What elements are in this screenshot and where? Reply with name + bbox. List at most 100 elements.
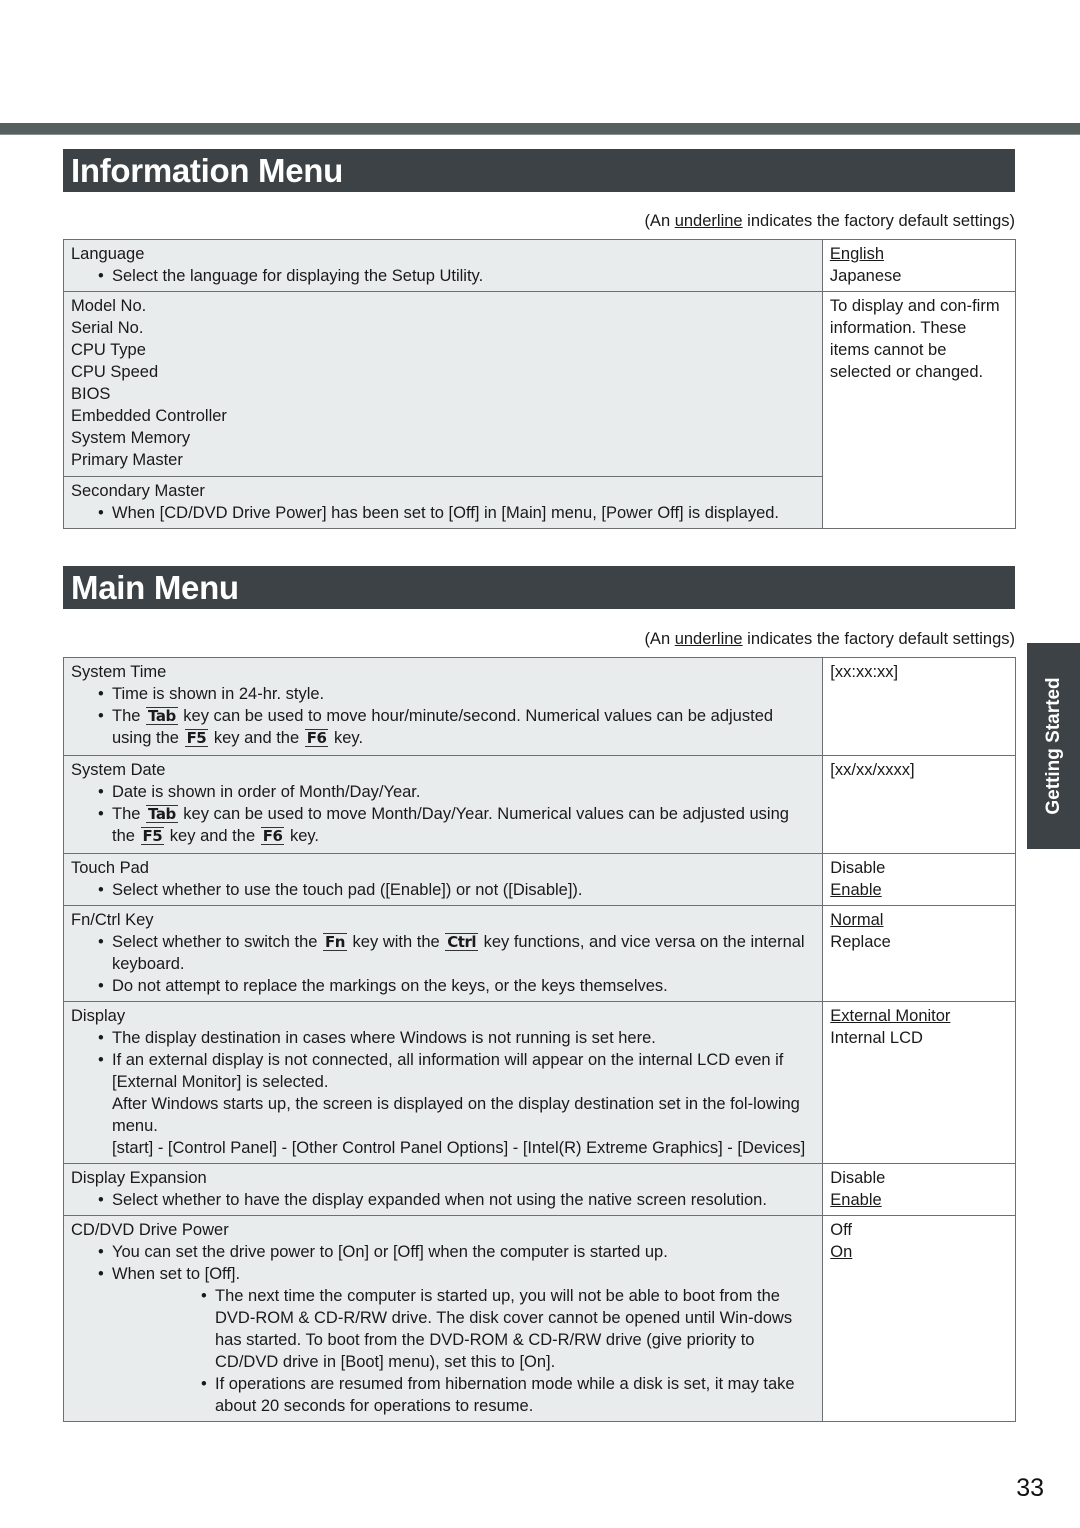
table-row-info-items: Model No. Serial No. CPU Type CPU Speed … (63, 291, 1017, 529)
text-fragment: key and the (209, 729, 304, 747)
secondary-master-description: Secondary Master When [CD/DVD Drive Powe… (63, 476, 823, 529)
system-date-field[interactable]: [xx/xx/xxxx] (830, 759, 1008, 781)
info-item: Primary Master (71, 451, 183, 469)
option-enable[interactable]: Enable (830, 1189, 1008, 1211)
option-normal[interactable]: Normal (830, 909, 1008, 931)
info-item: System Memory (71, 429, 191, 447)
information-menu-table: Language Select the language for display… (63, 239, 1017, 529)
fn-ctrl-description: Fn/Ctrl Key Select whether to switch the… (62, 905, 824, 1002)
info-note-text: To display and con-firm information. The… (829, 297, 1000, 381)
text-fragment: The (112, 805, 146, 823)
row-label: System Date (71, 761, 166, 779)
row-label: System Time (71, 663, 167, 681)
row-label: Display (71, 1007, 126, 1025)
table-row-system-date: System Date Date is shown in order of Mo… (62, 755, 1016, 854)
info-item: Embedded Controller (71, 407, 227, 425)
text-fragment: key and the (165, 827, 260, 845)
bullet-text: Select whether to have the display expan… (71, 1189, 815, 1211)
f5-key-icon: F5 (140, 827, 165, 845)
info-items-description: Model No. Serial No. CPU Type CPU Speed … (63, 291, 823, 477)
bullet-text: When set to [Off]. (71, 1263, 815, 1285)
cd-dvd-power-description: CD/DVD Drive Power You can set the drive… (62, 1215, 824, 1422)
note-prefix: (An (644, 630, 675, 648)
info-items-note: To display and con-firm information. The… (821, 291, 1017, 529)
tab-key-icon: Tab (146, 707, 178, 725)
page-number: 33 (1016, 1474, 1044, 1502)
bullet-text: If an external display is not connected,… (71, 1049, 815, 1093)
system-time-field[interactable]: [xx:xx:xx] (830, 661, 1008, 683)
top-rule (0, 123, 1080, 135)
touch-pad-options: Disable Enable (822, 853, 1016, 906)
table-row-system-time: System Time Time is shown in 24-hr. styl… (62, 657, 1016, 756)
bullet-text: When [CD/DVD Drive Power] has been set t… (71, 502, 815, 524)
touch-pad-description: Touch Pad Select whether to use the touc… (62, 853, 824, 906)
bullet-text: Select whether to use the touch pad ([En… (71, 879, 815, 901)
table-row-display-expansion: Display Expansion Select whether to have… (62, 1163, 1016, 1216)
info-item: Serial No. (71, 319, 144, 337)
side-tab-label: Getting Started (1042, 677, 1064, 815)
row-label: Fn/Ctrl Key (71, 911, 154, 929)
bullet-text: The Tab key can be used to move Month/Da… (71, 803, 815, 847)
side-tab-getting-started[interactable]: Getting Started (1027, 643, 1080, 849)
table-row-touch-pad: Touch Pad Select whether to use the touc… (62, 853, 1016, 906)
note-suffix: indicates the factory default settings) (742, 212, 1015, 230)
text-fragment: Select whether to switch the (112, 933, 323, 951)
system-date-value: [xx/xx/xxxx] (822, 755, 1016, 854)
text-fragment: key. (329, 729, 364, 747)
default-settings-note: (An underline indicates the factory defa… (644, 212, 1015, 231)
option-japanese[interactable]: Japanese (830, 265, 1008, 287)
bullet-text: Do not attempt to replace the markings o… (71, 975, 815, 997)
system-date-description: System Date Date is shown in order of Mo… (62, 755, 824, 854)
bullet-text: Select whether to switch the Fn key with… (71, 931, 815, 975)
f6-key-icon: F6 (260, 827, 285, 845)
option-on[interactable]: On (830, 1241, 1008, 1263)
f5-key-icon: F5 (184, 729, 209, 747)
text-fragment: key. (285, 827, 320, 845)
language-options: English Japanese (821, 239, 1017, 292)
row-label: Language (71, 245, 145, 263)
main-menu-table: System Time Time is shown in 24-hr. styl… (62, 657, 1016, 1422)
language-description: Language Select the language for display… (63, 239, 823, 292)
default-settings-note: (An underline indicates the factory defa… (644, 630, 1015, 649)
bullet-text: The Tab key can be used to move hour/min… (71, 705, 815, 749)
option-off[interactable]: Off (830, 1219, 1008, 1241)
table-row-fn-ctrl-key: Fn/Ctrl Key Select whether to switch the… (62, 905, 1016, 1002)
note-prefix: (An (644, 212, 675, 230)
text-fragment: The (112, 707, 146, 725)
row-label: CD/DVD Drive Power (71, 1221, 229, 1239)
info-item: CPU Type (71, 341, 146, 359)
row-label: Touch Pad (71, 859, 149, 877)
bullet-text: The display destination in cases where W… (71, 1027, 815, 1049)
main-menu-title: Main Menu (63, 566, 1015, 609)
note-underline-word: underline (674, 630, 743, 648)
bullet-text: You can set the drive power to [On] or [… (71, 1241, 815, 1263)
option-internal-lcd[interactable]: Internal LCD (830, 1027, 1008, 1049)
option-external-monitor[interactable]: External Monitor (830, 1005, 1008, 1027)
table-row-language: Language Select the language for display… (63, 239, 1017, 292)
bullet-text: Time is shown in 24-hr. style. (71, 683, 815, 705)
cd-dvd-power-options: Off On (822, 1215, 1016, 1422)
option-english[interactable]: English (830, 243, 1008, 265)
information-menu-title: Information Menu (63, 149, 1015, 192)
option-disable[interactable]: Disable (830, 857, 1008, 879)
continuation-text: After Windows starts up, the screen is d… (112, 1095, 800, 1135)
system-time-value: [xx:xx:xx] (822, 657, 1016, 756)
bullet-text: Date is shown in order of Month/Day/Year… (71, 781, 815, 803)
note-suffix: indicates the factory default settings) (742, 630, 1015, 648)
display-expansion-description: Display Expansion Select whether to have… (62, 1163, 824, 1216)
f6-key-icon: F6 (304, 729, 329, 747)
display-expansion-options: Disable Enable (822, 1163, 1016, 1216)
option-enable[interactable]: Enable (830, 879, 1008, 901)
bullet-text: Select the language for displaying the S… (71, 265, 815, 287)
system-time-description: System Time Time is shown in 24-hr. styl… (62, 657, 824, 756)
sub-bullet-text: If operations are resumed from hibernati… (71, 1373, 815, 1417)
row-label: Secondary Master (71, 482, 205, 500)
tab-key-icon: Tab (146, 805, 178, 823)
sub-bullet-text: The next time the computer is started up… (71, 1285, 815, 1373)
info-item: Model No. (71, 297, 147, 315)
option-disable[interactable]: Disable (830, 1167, 1008, 1189)
menu-path-text: [start] - [Control Panel] - [Other Contr… (112, 1139, 806, 1157)
fn-key-icon: Fn (323, 933, 347, 951)
option-replace[interactable]: Replace (830, 931, 1008, 953)
info-item: BIOS (71, 385, 111, 403)
